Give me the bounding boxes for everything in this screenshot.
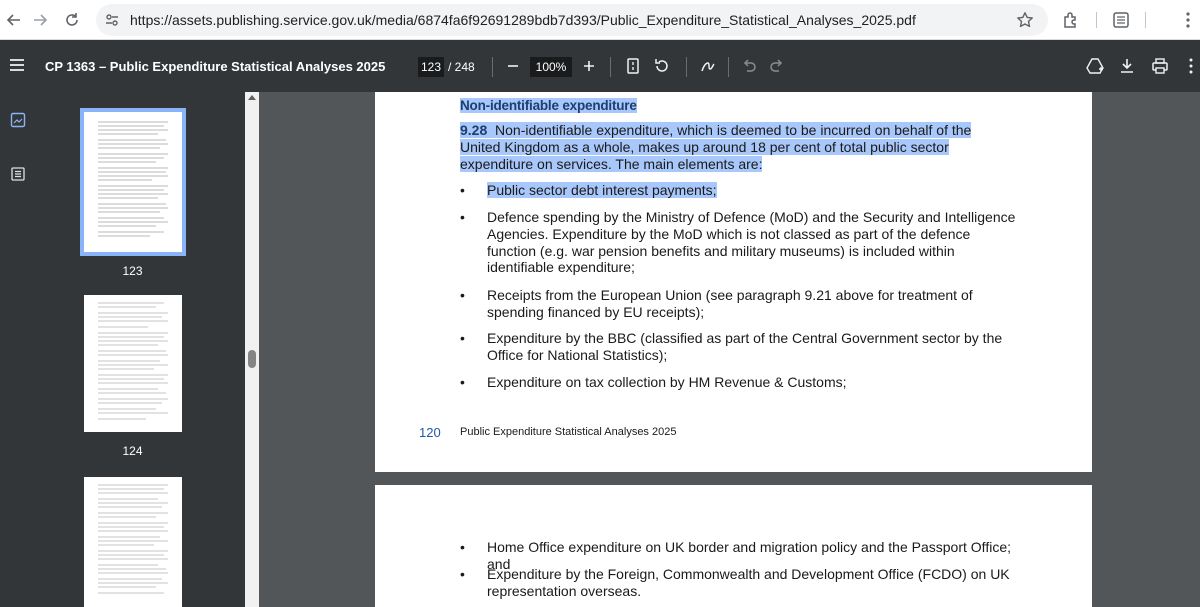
paragraph-number: 9.28	[460, 122, 488, 138]
bullet-marker: •	[460, 539, 465, 555]
browser-chrome: https://assets.publishing.service.gov.uk…	[0, 0, 1200, 40]
document-title: CP 1363 – Public Expenditure Statistical…	[45, 59, 386, 74]
thumbnail-label: 123	[122, 264, 143, 278]
site-info-icon[interactable]	[104, 12, 120, 28]
bullet-marker: •	[460, 374, 465, 390]
pdf-page-123: Non-identifiable expenditure 9.28 Non-id…	[375, 92, 1092, 472]
section-heading: Non-identifiable expenditure	[460, 98, 637, 113]
back-button[interactable]	[0, 6, 28, 34]
pdf-toolbar: CP 1363 – Public Expenditure Statistical…	[0, 40, 1200, 92]
thumbnail-page-124[interactable]	[84, 295, 182, 432]
page-footer-number: 120	[419, 425, 441, 440]
scroll-up-arrow-icon[interactable]	[248, 95, 256, 100]
reading-list-icon[interactable]	[1111, 10, 1131, 30]
zoom-in-icon[interactable]	[580, 57, 598, 75]
bullet-marker: •	[460, 287, 465, 303]
thumbnail-preview	[98, 302, 168, 420]
hamburger-menu-icon[interactable]	[8, 56, 26, 74]
sidebar-rail	[0, 92, 36, 607]
toolbar-divider	[686, 57, 687, 77]
document-viewport[interactable]: Non-identifiable expenditure 9.28 Non-id…	[259, 92, 1200, 607]
thumbnail-preview	[98, 484, 168, 594]
outline-view-icon[interactable]	[10, 166, 26, 182]
url-text: https://assets.publishing.service.gov.uk…	[130, 12, 916, 28]
toolbar-divider	[1096, 12, 1097, 28]
thumbnail-label: 124	[122, 444, 143, 458]
print-icon[interactable]	[1151, 57, 1169, 75]
bullet-marker: •	[460, 566, 465, 582]
thumbnails-view-icon[interactable]	[10, 112, 26, 128]
bullet-marker: •	[460, 209, 465, 225]
zoom-out-icon[interactable]	[504, 57, 522, 75]
back-arrow-icon	[6, 14, 20, 26]
thumbnail-page-123[interactable]	[80, 108, 186, 256]
zoom-level-input[interactable]: 100%	[530, 57, 572, 77]
redo-icon[interactable]	[768, 57, 786, 75]
toolbar-divider	[728, 57, 729, 77]
bullet-marker: •	[460, 330, 465, 346]
bullet-item: Expenditure on tax collection by HM Reve…	[487, 374, 847, 390]
page-number-input[interactable]: 123	[418, 57, 444, 77]
thumbnail-panel: 123 124	[36, 92, 245, 607]
bullet-item-text: Public sector debt interest payments;	[487, 182, 717, 198]
rotate-icon[interactable]	[653, 57, 671, 75]
paragraph-text: Non-identifiable expenditure, which is d…	[460, 122, 972, 172]
kebab-menu-icon[interactable]	[1178, 10, 1198, 30]
forward-arrow-icon	[34, 14, 48, 26]
bullet-item: Expenditure by the Foreign, Commonwealth…	[487, 566, 1010, 599]
bullet-item: Receipts from the European Union (see pa…	[487, 287, 973, 320]
paragraph-9-28: 9.28 Non-identifiable expenditure, which…	[460, 122, 1010, 172]
toolbar-divider	[1145, 12, 1146, 28]
toolbar-divider	[492, 57, 493, 77]
bullet-item: Expenditure by the BBC (classified as pa…	[487, 330, 1003, 363]
pdf-page-124: • Home Office expenditure on UK border a…	[375, 485, 1092, 607]
fit-to-page-icon[interactable]	[624, 57, 642, 75]
download-icon[interactable]	[1118, 57, 1136, 75]
thumbnail-preview	[98, 121, 168, 237]
reload-button[interactable]	[58, 6, 86, 34]
undo-icon[interactable]	[740, 57, 758, 75]
scrollbar-thumb[interactable]	[248, 350, 256, 368]
bookmark-star-icon[interactable]	[1016, 11, 1034, 29]
bullet-marker: •	[460, 182, 465, 198]
toolbar-divider	[610, 57, 611, 77]
extensions-icon[interactable]	[1061, 10, 1081, 30]
bullet-item: Public sector debt interest payments;	[487, 182, 1017, 199]
more-options-icon[interactable]	[1182, 57, 1200, 75]
forward-button[interactable]	[26, 6, 54, 34]
drive-save-icon[interactable]	[1086, 57, 1104, 75]
bullet-item: Defence spending by the Ministry of Defe…	[487, 209, 1016, 276]
thumbnail-page-125[interactable]	[84, 477, 182, 607]
section-heading-text: Non-identifiable expenditure	[460, 98, 637, 113]
reload-icon	[66, 13, 78, 26]
thumbnail-scrollbar[interactable]	[245, 92, 259, 607]
page-total: / 248	[448, 60, 475, 74]
annotate-pen-icon[interactable]	[699, 57, 717, 75]
page-footer-title: Public Expenditure Statistical Analyses …	[460, 426, 677, 438]
address-bar[interactable]: https://assets.publishing.service.gov.uk…	[96, 4, 1048, 36]
